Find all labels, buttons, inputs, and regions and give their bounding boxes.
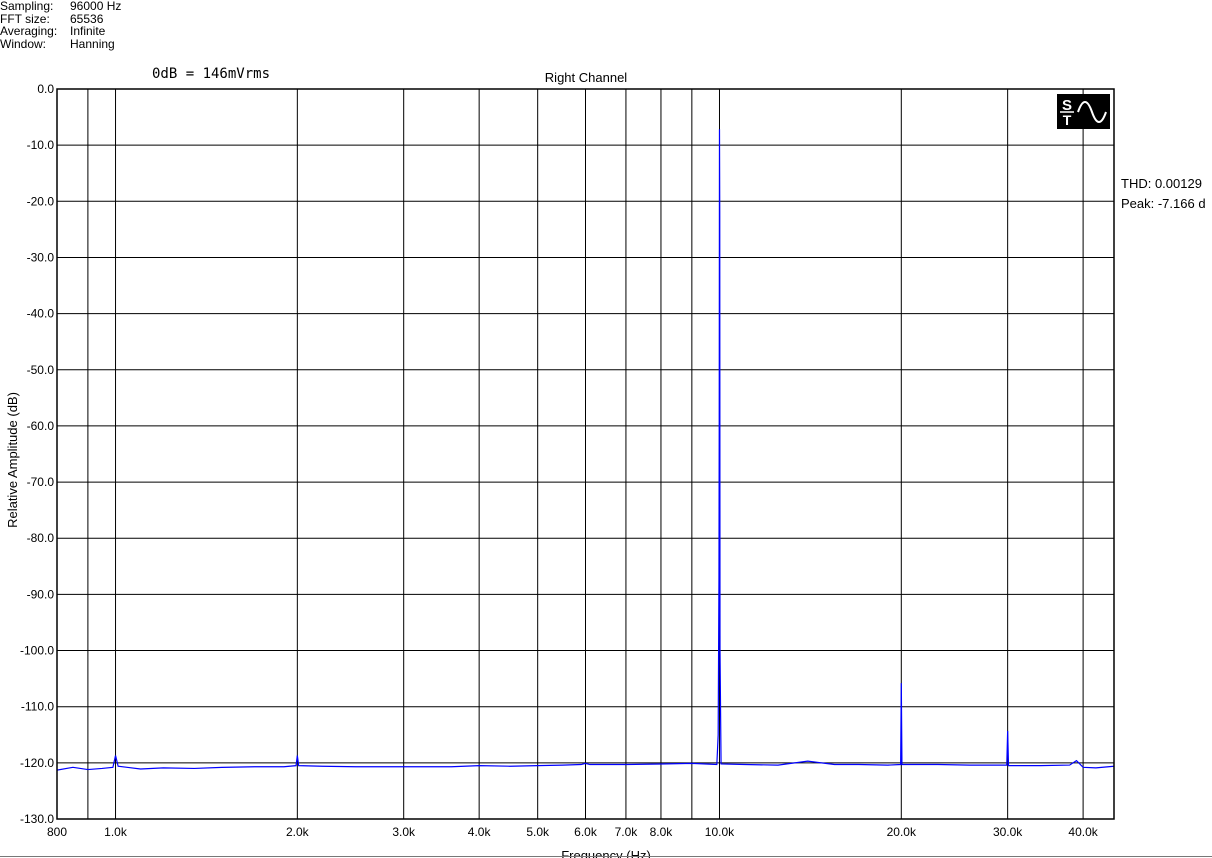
y-axis-label: Relative Amplitude (dB) bbox=[5, 392, 20, 528]
svg-text:T: T bbox=[1063, 112, 1072, 128]
y-tick-label: -80.0 bbox=[27, 531, 55, 545]
y-tick-label: -90.0 bbox=[27, 587, 55, 601]
spectrum-chart: 0.0 -10.0 -20.0 -30.0 -40.0 -50.0 -60.0 -70.0 -8… bbox=[5, 82, 1115, 858]
x-tick-label: 7.0k bbox=[615, 825, 639, 839]
x-tick-label: 8.0k bbox=[650, 825, 674, 839]
x-tick-label: 3.0k bbox=[392, 825, 416, 839]
x-tick-label: 30.0k bbox=[993, 825, 1023, 839]
x-tick-label: 4.0k bbox=[468, 825, 492, 839]
x-axis-ticks: 800 1.0k 2.0k 3.0k 4.0k 5.0k 6.0k 7.0k 8.0k 10.0k… bbox=[47, 825, 1099, 839]
x-tick-label: 40.0k bbox=[1068, 825, 1098, 839]
x-tick-label: 2.0k bbox=[286, 825, 310, 839]
bottom-divider bbox=[0, 856, 1212, 857]
x-tick-label: 10.0k bbox=[705, 825, 735, 839]
sine-wave-logo-icon: S T bbox=[1057, 94, 1110, 129]
x-tick-label: 800 bbox=[47, 825, 67, 839]
y-tick-label: -30.0 bbox=[27, 250, 55, 264]
y-tick-label: -50.0 bbox=[27, 363, 55, 377]
x-tick-label: 5.0k bbox=[526, 825, 550, 839]
y-tick-label: -40.0 bbox=[27, 307, 55, 321]
y-tick-label: 0.0 bbox=[37, 82, 54, 96]
y-tick-label: -100.0 bbox=[20, 644, 54, 658]
chart-grid bbox=[56, 88, 1114, 820]
y-tick-label: -60.0 bbox=[27, 419, 55, 433]
y-tick-label: -120.0 bbox=[20, 756, 54, 770]
x-tick-label: 6.0k bbox=[574, 825, 598, 839]
y-tick-label: -130.0 bbox=[20, 812, 54, 826]
x-tick-label: 20.0k bbox=[887, 825, 917, 839]
x-tick-label: 1.0k bbox=[104, 825, 128, 839]
y-tick-label: -10.0 bbox=[27, 138, 55, 152]
y-tick-label: -20.0 bbox=[27, 194, 55, 208]
y-axis-ticks: 0.0 -10.0 -20.0 -30.0 -40.0 -50.0 -60.0 -70.0 -8… bbox=[20, 82, 54, 826]
y-tick-label: -110.0 bbox=[21, 700, 54, 714]
y-tick-label: -70.0 bbox=[27, 475, 55, 489]
